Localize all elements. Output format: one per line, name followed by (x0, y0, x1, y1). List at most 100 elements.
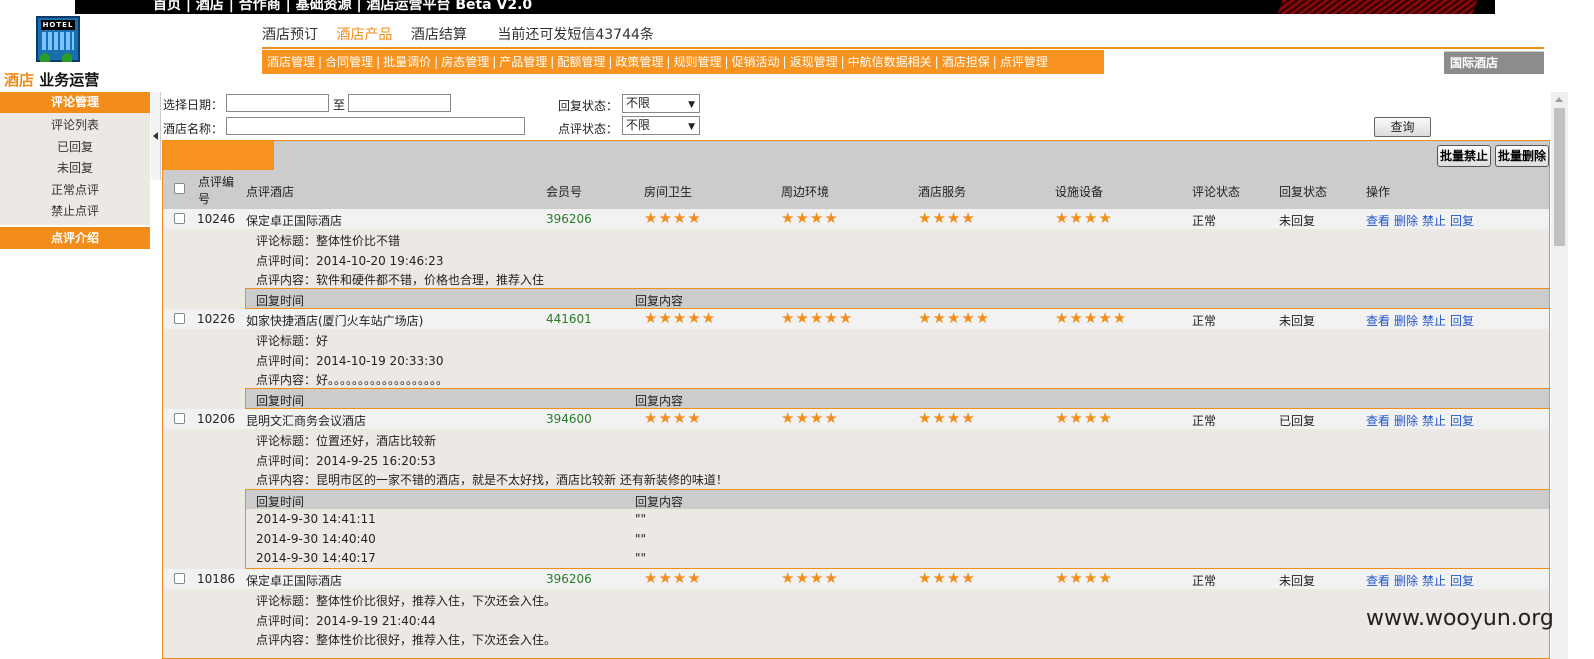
row-actions: 查看 删除 禁止 回复 (1366, 412, 1478, 429)
star-rating: ★★★★ (781, 209, 839, 227)
review-content: 点评内容：昆明市区的一家不错的酒店，就是不太好找，酒店比较新 还有新装修的味道！ (256, 473, 728, 487)
intl-hotel-tab[interactable]: 国际酒店 (1444, 51, 1544, 74)
reply-line: 2014-9-30 14:40:17 "" (256, 551, 647, 565)
reply-link[interactable]: 回复 (1450, 574, 1474, 588)
menu-item[interactable]: 中航信数据相关 (848, 55, 932, 69)
sms-count: 当前还可发短信43744条 (497, 27, 654, 43)
review-time: 点评时间：2014-9-25 16:20:53 (256, 454, 436, 468)
start-date-input[interactable] (226, 94, 329, 112)
row-checkbox[interactable] (174, 313, 185, 324)
query-button[interactable]: 查询 (1374, 117, 1431, 137)
sidebar-section-review-intro[interactable]: 点评介绍 (0, 226, 150, 249)
sub-nav: 酒店预订 酒店产品 酒店结算 当前还可发短信43744条 (262, 24, 668, 44)
row-checkbox[interactable] (174, 213, 185, 224)
delete-link[interactable]: 删除 (1394, 314, 1418, 328)
menu-item[interactable]: 合同管理 (325, 55, 373, 69)
review-status-select[interactable]: 不限 ▼ (622, 116, 700, 135)
view-link[interactable]: 查看 (1366, 414, 1390, 428)
menu-item[interactable]: 批量调价 (383, 55, 431, 69)
row-checkbox[interactable] (174, 573, 185, 584)
star-rating: ★★★★ (1055, 409, 1113, 427)
reply-link[interactable]: 回复 (1450, 414, 1474, 428)
sidebar-item-banned[interactable]: 禁止点评 (0, 201, 150, 223)
table-row: 10226 如家快捷酒店(厦门火车站广场店) 441601 ★★★★★ ★★★★… (163, 309, 1549, 329)
top-links[interactable]: 首页 | 酒店 | 合作商 | 基础资源 | 酒店运营平台 Beta V2.0 (153, 0, 532, 14)
review-content: 点评内容：好。。。。。。。。。。。。。。。。。。。 (256, 373, 449, 387)
ban-link[interactable]: 禁止 (1422, 414, 1446, 428)
reply-status-select[interactable]: 不限 ▼ (622, 94, 700, 113)
review-title: 评论标题：整体性价比不错 (256, 234, 401, 248)
menu-item[interactable]: 政策管理 (615, 55, 663, 69)
delete-link[interactable]: 删除 (1394, 414, 1418, 428)
star-rating: ★★★★ (644, 409, 702, 427)
delete-link[interactable]: 删除 (1394, 574, 1418, 588)
hotel-name-input[interactable] (226, 117, 525, 135)
scroll-up-icon[interactable] (1555, 97, 1563, 102)
review-title: 评论标题：位置还好，酒店比较新 (256, 434, 437, 448)
menu-item[interactable]: 点评管理 (1000, 55, 1048, 69)
filter-form: 选择日期： 至 酒店名称： 回复状态： 不限 ▼ 点评状态： 不限 ▼ 查询 (163, 92, 1543, 140)
batch-ban-button[interactable]: 批量禁止 (1437, 145, 1491, 167)
to-label: 至 (333, 98, 346, 112)
view-link[interactable]: 查看 (1366, 574, 1390, 588)
review-content: 点评内容：软件和硬件都不错，价格也合理，推荐入住 (256, 273, 545, 287)
review-content: 点评内容：整体性价比很好，推荐入住，下次还会入住。 (256, 633, 557, 647)
reply-box: 回复时间 回复内容 (245, 288, 1549, 309)
menu-item[interactable]: 返现管理 (790, 55, 838, 69)
logo: HOTEL 酒店 业务运营 (4, 14, 114, 90)
sidebar-toggle[interactable] (151, 92, 161, 180)
review-table: 批量禁止 批量删除 点评编 号 点评酒店 会员号 房间卫生 周边环境 酒店服务 … (162, 140, 1550, 659)
star-rating: ★★★★ (918, 569, 976, 587)
menu-item[interactable]: 产品管理 (499, 55, 547, 69)
ban-link[interactable]: 禁止 (1422, 574, 1446, 588)
table-tab (163, 141, 274, 170)
menu-item[interactable]: 酒店管理 (267, 55, 315, 69)
ban-link[interactable]: 禁止 (1422, 314, 1446, 328)
review-status-label: 点评状态： (558, 122, 619, 136)
star-rating: ★★★★ (644, 209, 702, 227)
menu-item[interactable]: 房态管理 (441, 55, 489, 69)
menu-item[interactable]: 规则管理 (673, 55, 721, 69)
hotel-building-icon: HOTEL (36, 16, 80, 62)
sidebar-item-review-list[interactable]: 评论列表 (0, 115, 150, 137)
review-title: 评论标题：整体性价比很好，推荐入住，下次还会入住。 (256, 594, 557, 608)
subnav-item-booking[interactable]: 酒店预订 (262, 27, 318, 43)
row-checkbox[interactable] (174, 413, 185, 424)
scrollbar-thumb[interactable] (1554, 108, 1565, 246)
select-all-checkbox[interactable] (174, 183, 185, 194)
star-rating: ★★★★ (781, 409, 839, 427)
sidebar-item-replied[interactable]: 已回复 (0, 137, 150, 159)
top-bar: 首页 | 酒店 | 合作商 | 基础资源 | 酒店运营平台 Beta V2.0 (75, 0, 1495, 14)
sidebar-section-review-mgmt[interactable]: 评论管理 (0, 92, 150, 113)
logo-sign: HOTEL (41, 20, 75, 30)
row-actions: 查看 删除 禁止 回复 (1366, 572, 1478, 589)
subnav-item-product[interactable]: 酒店产品 (336, 27, 392, 43)
star-rating: ★★★★ (918, 209, 976, 227)
table-header: 点评编 号 点评酒店 会员号 房间卫生 周边环境 酒店服务 设施设备 评论状态 … (163, 171, 1549, 209)
reply-link[interactable]: 回复 (1450, 214, 1474, 228)
menu-item[interactable]: 酒店担保 (942, 55, 990, 69)
menu-item[interactable]: 配额管理 (557, 55, 605, 69)
row-actions: 查看 删除 禁止 回复 (1366, 312, 1478, 329)
row-actions: 查看 删除 禁止 回复 (1366, 212, 1478, 229)
sidebar-item-normal[interactable]: 正常点评 (0, 180, 150, 202)
sidebar-item-unreplied[interactable]: 未回复 (0, 158, 150, 180)
view-link[interactable]: 查看 (1366, 214, 1390, 228)
subnav-item-settlement[interactable]: 酒店结算 (411, 27, 467, 43)
reply-box: 回复时间 回复内容 2014-9-30 14:41:11 "" 2014-9-3… (245, 489, 1549, 569)
end-date-input[interactable] (348, 94, 451, 112)
vertical-scrollbar[interactable] (1551, 92, 1568, 659)
main-menu: 酒店管理 | 合同管理 | 批量调价 | 房态管理 | 产品管理 | 配额管理 | 政策管理 | 规则管理 |… (262, 50, 1104, 74)
table-row: 10246 保定卓正国际酒店 396206 ★★★★ ★★★★ ★★★★ ★★★… (163, 209, 1549, 229)
star-rating: ★★★★ (644, 569, 702, 587)
view-link[interactable]: 查看 (1366, 314, 1390, 328)
reply-line: 2014-9-30 14:41:11 "" (256, 512, 647, 526)
ban-link[interactable]: 禁止 (1422, 214, 1446, 228)
menu-item[interactable]: 促销活动 (732, 55, 780, 69)
reply-status-label: 回复状态： (558, 99, 619, 113)
reply-link[interactable]: 回复 (1450, 314, 1474, 328)
delete-link[interactable]: 删除 (1394, 214, 1418, 228)
hotel-name-label: 酒店名称： (163, 122, 224, 136)
date-label: 选择日期： (163, 98, 224, 112)
batch-delete-button[interactable]: 批量删除 (1495, 145, 1549, 167)
